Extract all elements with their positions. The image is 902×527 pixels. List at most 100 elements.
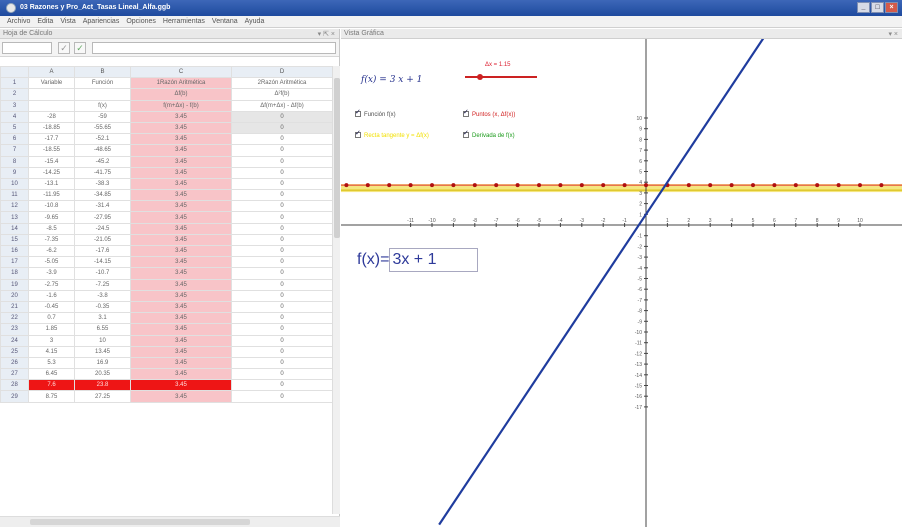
cell[interactable]: 3.45 — [130, 166, 232, 179]
row-header[interactable]: 19 — [0, 278, 29, 291]
cell[interactable]: 10 — [74, 334, 131, 347]
cell[interactable]: 0 — [231, 300, 333, 314]
menu-item-4[interactable]: Opciones — [126, 16, 156, 28]
cell[interactable]: -6.2 — [28, 244, 75, 258]
row-header[interactable]: 24 — [0, 334, 29, 347]
cell[interactable]: 0 — [231, 222, 333, 235]
spreadsheet-horizontal-scrollbar[interactable] — [0, 516, 340, 527]
cell[interactable]: 0 — [231, 368, 333, 381]
data-point[interactable] — [515, 183, 520, 188]
cell[interactable] — [28, 88, 75, 101]
row-header[interactable]: 11 — [0, 189, 29, 202]
menu-item-1[interactable]: Edita — [37, 16, 53, 28]
cell[interactable]: f(m+Δx) - f(b) — [130, 99, 232, 112]
cell[interactable]: 13.45 — [74, 345, 131, 358]
row-header[interactable]: 5 — [0, 121, 29, 135]
cell[interactable]: 6.45 — [28, 368, 75, 381]
cell[interactable]: 3.45 — [130, 312, 232, 325]
cell[interactable]: 0 — [231, 233, 333, 247]
cell[interactable]: -11.95 — [28, 189, 75, 202]
checkbox-derivada[interactable]: Derivada de f(x) — [463, 129, 515, 139]
close-button[interactable]: × — [885, 2, 898, 13]
corner-cell[interactable] — [0, 65, 29, 79]
cancel-input-icon[interactable]: ✓ — [58, 42, 70, 54]
cell[interactable]: 0 — [231, 289, 333, 302]
row-header[interactable]: 12 — [0, 200, 29, 213]
cell[interactable]: -38.3 — [74, 177, 131, 191]
cell[interactable]: -10.8 — [28, 200, 75, 213]
cell[interactable]: 2Razón Aritmética — [231, 77, 333, 90]
cell[interactable]: 3.45 — [130, 133, 232, 146]
row-header[interactable]: 22 — [0, 312, 29, 325]
data-point[interactable] — [365, 183, 370, 188]
cell[interactable]: -52.1 — [74, 133, 131, 146]
cell[interactable]: -9.65 — [28, 211, 75, 224]
cell[interactable]: 3.45 — [130, 256, 232, 269]
cell[interactable]: 0 — [231, 211, 333, 224]
cell[interactable]: 3.45 — [130, 267, 232, 280]
cell[interactable]: 3.45 — [130, 379, 232, 392]
cell[interactable]: 3.45 — [130, 390, 232, 403]
checkbox-derivada-box[interactable] — [463, 129, 469, 138]
checkbox-funcion-box[interactable] — [355, 108, 361, 117]
confirm-input-icon[interactable]: ✓ — [74, 42, 86, 54]
row-header[interactable]: 2 — [0, 88, 29, 101]
checkbox-recta[interactable]: Recta tangente y = Δf(x) — [355, 129, 429, 139]
cell[interactable]: 3 — [28, 334, 75, 347]
cell[interactable]: -7.35 — [28, 233, 75, 247]
data-point[interactable] — [579, 183, 584, 188]
row-header[interactable]: 26 — [0, 356, 29, 370]
cell[interactable]: 3.1 — [74, 312, 131, 325]
cell[interactable]: 0 — [231, 312, 333, 325]
data-point[interactable] — [793, 183, 798, 188]
data-point[interactable] — [858, 183, 862, 188]
row-header[interactable]: 9 — [0, 166, 29, 179]
cell[interactable]: -45.2 — [74, 155, 131, 168]
row-header[interactable]: 18 — [0, 267, 29, 280]
data-point[interactable] — [815, 183, 820, 188]
cell[interactable]: -21.05 — [74, 233, 131, 247]
row-header[interactable]: 29 — [0, 390, 29, 403]
cell[interactable]: Δf(m+Δx) - Δf(b) — [231, 99, 333, 112]
cell[interactable]: 0 — [231, 200, 333, 213]
cell[interactable]: -7.25 — [74, 278, 131, 291]
spreadsheet-vertical-scrollbar[interactable] — [332, 66, 340, 514]
cell[interactable]: -8.5 — [28, 222, 75, 235]
row-header[interactable]: 10 — [0, 177, 29, 191]
cell[interactable]: 27.25 — [74, 390, 131, 403]
cell[interactable]: 0 — [231, 133, 333, 146]
cell[interactable]: 0 — [231, 356, 333, 370]
row-header[interactable]: 23 — [0, 323, 29, 336]
cell[interactable]: -48.65 — [74, 144, 131, 157]
function-input-field[interactable]: 3x + 1 — [389, 248, 479, 272]
cell[interactable]: Función — [74, 77, 131, 90]
cell[interactable]: 0 — [231, 256, 333, 269]
cell[interactable] — [74, 88, 131, 101]
column-header[interactable]: D — [231, 65, 333, 79]
cell[interactable]: -17.6 — [74, 244, 131, 258]
maximize-button[interactable]: □ — [871, 2, 884, 13]
cell[interactable]: -27.95 — [74, 211, 131, 224]
cell[interactable]: 3.45 — [130, 211, 232, 224]
cell[interactable]: 1Razón Aritmética — [130, 77, 232, 90]
menu-item-3[interactable]: Apariencias — [83, 16, 120, 28]
cell[interactable]: 0 — [231, 155, 333, 168]
checkbox-puntos-box[interactable] — [463, 108, 469, 117]
cell[interactable]: 0 — [231, 323, 333, 336]
cell[interactable]: 3.45 — [130, 278, 232, 291]
cell[interactable]: -55.65 — [74, 121, 131, 135]
data-point[interactable] — [537, 183, 541, 188]
data-point[interactable] — [558, 183, 563, 188]
cell[interactable]: 3.45 — [130, 289, 232, 302]
data-point[interactable] — [772, 183, 777, 188]
menu-item-7[interactable]: Ayuda — [245, 16, 265, 28]
cell[interactable]: 3.45 — [130, 244, 232, 258]
column-header[interactable]: A — [28, 65, 75, 79]
graphics-panel-controls-icon[interactable]: ▾ × — [888, 30, 898, 38]
data-point[interactable] — [472, 183, 477, 188]
cell[interactable]: -0.35 — [74, 300, 131, 314]
delta-x-slider-handle[interactable] — [477, 74, 483, 80]
cell[interactable]: 6.55 — [74, 323, 131, 336]
cell[interactable]: -0.45 — [28, 300, 75, 314]
cell[interactable]: -5.05 — [28, 256, 75, 269]
